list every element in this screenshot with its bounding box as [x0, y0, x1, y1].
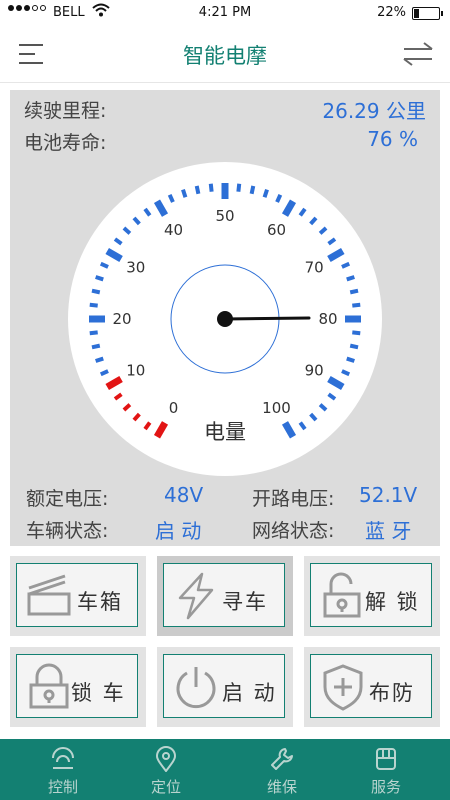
arm-button[interactable]: 布防 — [304, 647, 440, 727]
gauge-tick-label: 60 — [267, 221, 286, 239]
open-voltage-value: 52.1V — [359, 483, 418, 507]
gauge-minor-tick — [194, 185, 201, 195]
gauge-hub — [217, 311, 233, 327]
gauge-tick-label: 10 — [126, 362, 145, 380]
range-label: 续驶里程: — [24, 100, 107, 122]
tab-maintenance-label: 维保 — [266, 778, 297, 796]
gauge-tick-label: 50 — [215, 207, 234, 225]
network-state-value: 蓝 牙 — [365, 519, 412, 543]
battery-icon — [412, 7, 443, 20]
gauge-needle — [223, 316, 311, 321]
tab-maintenance[interactable]: 维保 — [226, 739, 338, 800]
unlock-button[interactable]: 解 锁 — [304, 556, 440, 636]
gauge-minor-tick — [352, 330, 361, 336]
battery-gauge: 0 10 20 30 40 50 60 70 80 90 100 电量 — [68, 162, 382, 476]
tab-location-label: 定位 — [150, 778, 181, 796]
gauge-minor-tick — [208, 183, 214, 192]
gauge-tick-label: 100 — [262, 399, 291, 417]
gauge-minor-tick — [346, 275, 355, 282]
dashboard-panel: 续驶里程: 26.29 公里 电池寿命: 76 % 0 10 20 30 40 50 60 7… — [10, 90, 440, 546]
tab-control-label: 控制 — [47, 778, 78, 796]
vehicle-state-value: 启 动 — [155, 519, 202, 543]
tab-location[interactable]: 定位 — [110, 739, 222, 800]
gauge-minor-tick — [95, 275, 104, 282]
gauge-minor-tick — [349, 288, 359, 295]
find-car-label: 寻车 — [222, 590, 268, 614]
lock-icon — [29, 663, 69, 709]
gauge-minor-tick — [236, 183, 242, 192]
gauge-minor-tick — [181, 189, 188, 198]
status-bar: BELL 4:21 PM 22% — [0, 0, 450, 26]
tab-service-label: 服务 — [370, 778, 401, 796]
tab-service[interactable]: 服务 — [330, 739, 442, 800]
gauge-tick-label: 30 — [126, 259, 145, 277]
gauge-minor-tick — [91, 288, 101, 295]
gauge-center-label: 电量 — [204, 420, 246, 444]
start-label: 启 动 — [222, 681, 277, 705]
gauge-minor-tick — [346, 356, 355, 363]
gauge-tick-label: 40 — [164, 221, 183, 239]
gauge-tick-label: 80 — [318, 310, 337, 328]
gauge-minor-tick — [262, 189, 269, 198]
lightning-icon — [178, 572, 214, 620]
battery-life-value: 76 % — [367, 127, 418, 151]
range-value: 26.29 公里 — [322, 99, 426, 123]
trunk-label: 车箱 — [77, 590, 123, 614]
find-car-button[interactable]: 寻车 — [157, 556, 293, 636]
lock-car-button[interactable]: 锁 车 — [10, 647, 146, 727]
gauge-minor-tick — [91, 343, 101, 350]
network-state-label: 网络状态: — [252, 520, 335, 542]
nav-bar: 智能电摩 — [0, 26, 450, 83]
control-icon — [52, 747, 74, 769]
gauge-minor-tick — [352, 302, 361, 308]
shield-plus-icon — [323, 664, 363, 711]
tab-bar: 控制 定位 维保 服务 — [0, 739, 450, 800]
vehicle-state-label: 车辆状态: — [26, 520, 109, 542]
gauge-minor-tick — [95, 356, 104, 363]
service-icon — [376, 748, 396, 770]
gauge-tick-label: 70 — [305, 259, 324, 277]
wrench-icon — [271, 748, 293, 770]
gauge-tick-label: 90 — [305, 362, 324, 380]
gauge-tick-label: 20 — [112, 310, 131, 328]
swap-icon[interactable] — [402, 41, 434, 67]
rated-voltage-value: 48V — [164, 483, 204, 507]
location-pin-icon — [155, 746, 177, 772]
gauge-minor-tick — [89, 302, 98, 308]
unlock-icon — [323, 572, 361, 618]
open-voltage-label: 开路电压: — [252, 488, 335, 510]
start-button[interactable]: 启 动 — [157, 647, 293, 727]
lock-car-label: 锁 车 — [71, 681, 126, 705]
battery-percent: 22% — [377, 5, 406, 20]
arm-label: 布防 — [369, 681, 415, 705]
trunk-icon — [27, 574, 71, 616]
gauge-minor-tick — [249, 185, 256, 195]
gauge-minor-tick — [89, 330, 98, 336]
unlock-label: 解 锁 — [365, 590, 420, 614]
gauge-minor-tick — [349, 343, 359, 350]
battery-life-label: 电池寿命: — [24, 132, 107, 154]
power-icon — [176, 667, 216, 709]
gauge-tick-label: 0 — [169, 399, 179, 417]
tab-control[interactable]: 控制 — [7, 739, 119, 800]
trunk-button[interactable]: 车箱 — [10, 556, 146, 636]
page-title: 智能电摩 — [183, 44, 267, 68]
rated-voltage-label: 额定电压: — [26, 488, 109, 510]
